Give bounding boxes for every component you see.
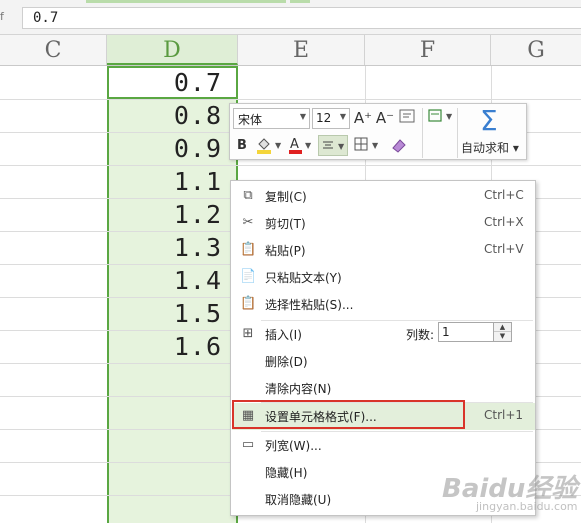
menu-item-label: 粘贴(P) bbox=[265, 244, 306, 258]
paste-special-icon: 📋 bbox=[240, 296, 257, 311]
highlight-annotation-box bbox=[232, 400, 465, 429]
chevron-down-icon[interactable]: ▼ bbox=[494, 332, 511, 341]
toolbar-separator bbox=[422, 108, 423, 158]
cell-d4[interactable]: 1.1 bbox=[110, 165, 222, 198]
toolbar-separator bbox=[457, 108, 458, 158]
menu-item-paste[interactable]: 📋 粘贴(P) Ctrl+V bbox=[232, 237, 535, 263]
columns-count-stepper[interactable]: ▲ ▼ bbox=[494, 322, 512, 342]
paste-text-icon: 📄 bbox=[240, 269, 257, 284]
column-header-g[interactable]: G bbox=[491, 35, 581, 65]
autosum-button[interactable]: 自动求和 ▾ bbox=[461, 139, 519, 156]
font-color-swatch bbox=[289, 150, 302, 154]
cell-d7[interactable]: 1.4 bbox=[110, 264, 222, 297]
menu-item-paste-text[interactable]: 📄 只粘贴文本(Y) bbox=[232, 264, 535, 290]
cell-d6[interactable]: 1.3 bbox=[110, 231, 222, 264]
format-icon: ▼ bbox=[428, 109, 453, 122]
menu-item-shortcut: Ctrl+X bbox=[484, 215, 524, 229]
font-size-select[interactable]: 12 ▼ bbox=[312, 108, 350, 129]
autosum-icon[interactable]: Σ bbox=[480, 106, 498, 136]
cell-d5[interactable]: 1.2 bbox=[110, 198, 222, 231]
cell-d3[interactable]: 0.9 bbox=[110, 132, 222, 165]
menu-item-label: 隐藏(H) bbox=[265, 466, 308, 480]
format-painter-button[interactable] bbox=[388, 135, 410, 156]
menu-item-label: 插入(I) bbox=[265, 328, 302, 342]
menu-item-clear-contents[interactable]: 清除内容(N) bbox=[232, 375, 535, 401]
chevron-down-icon: ▼ bbox=[339, 112, 346, 121]
menu-item-label: 删除(D) bbox=[265, 355, 308, 369]
menu-item-label: 只粘贴文本(Y) bbox=[265, 271, 342, 285]
column-header-f[interactable]: F bbox=[365, 35, 491, 65]
menu-item-shortcut: Ctrl+V bbox=[484, 242, 524, 256]
svg-text:▼: ▼ bbox=[338, 142, 345, 151]
paste-icon: 📋 bbox=[240, 242, 257, 257]
menu-item-shortcut: Ctrl+1 bbox=[484, 408, 524, 422]
wrap-text-icon bbox=[399, 109, 415, 123]
column-headers: C D E F G bbox=[0, 35, 581, 66]
column-header-e[interactable]: E bbox=[238, 35, 365, 65]
chevron-down-icon: ▼ bbox=[305, 141, 312, 150]
fill-color-button[interactable]: ▼ bbox=[254, 135, 284, 156]
menu-item-label: 选择性粘贴(S)... bbox=[265, 298, 354, 312]
scissors-icon: ✂ bbox=[242, 215, 254, 230]
menu-item-label: 复制(C) bbox=[265, 190, 307, 204]
menu-item-copy[interactable]: ⧉ 复制(C) Ctrl+C bbox=[232, 183, 535, 209]
menu-item-column-width[interactable]: ▭ 列宽(W)... bbox=[232, 432, 535, 458]
wrap-text-button[interactable] bbox=[398, 108, 416, 129]
paint-bucket-icon: ▼ bbox=[257, 138, 282, 154]
gridline bbox=[0, 99, 581, 100]
menu-item-delete[interactable]: 删除(D) bbox=[232, 348, 535, 374]
column-header-c[interactable]: C bbox=[0, 35, 107, 65]
insert-icon: ⊞ bbox=[242, 326, 254, 341]
menu-item-paste-special[interactable]: 📋 选择性粘贴(S)... bbox=[232, 291, 535, 317]
formula-input[interactable]: 0.7 bbox=[22, 7, 581, 29]
gridline bbox=[0, 165, 581, 166]
borders-button[interactable]: ▼ bbox=[352, 135, 382, 156]
align-center-icon: ▼ bbox=[323, 141, 345, 151]
font-size-value: 12 bbox=[316, 111, 332, 125]
shrink-font-button[interactable]: A⁻ bbox=[375, 108, 395, 129]
menu-item-cut[interactable]: ✂ 剪切(T) Ctrl+X bbox=[232, 210, 535, 236]
context-menu: ⧉ 复制(C) Ctrl+C ✂ 剪切(T) Ctrl+X 📋 粘贴(P) Ct… bbox=[230, 180, 536, 516]
borders-icon: ▼ bbox=[354, 137, 379, 151]
font-color-button[interactable]: A ▼ bbox=[288, 135, 316, 156]
eraser-icon bbox=[392, 139, 406, 153]
cell-d9[interactable]: 1.6 bbox=[110, 330, 222, 363]
fx-icon: f bbox=[0, 10, 4, 23]
column-header-d[interactable]: D bbox=[107, 35, 238, 65]
bold-button[interactable]: B bbox=[235, 135, 249, 156]
grow-font-button[interactable]: A⁺ bbox=[353, 108, 373, 129]
menu-item-label: 清除内容(N) bbox=[265, 382, 332, 396]
align-button[interactable]: ▼ bbox=[318, 135, 348, 156]
cell-d8[interactable]: 1.5 bbox=[110, 297, 222, 330]
menu-item-label: 剪切(T) bbox=[265, 217, 306, 231]
chevron-up-icon[interactable]: ▲ bbox=[494, 323, 511, 332]
ribbon-accent-2 bbox=[290, 0, 310, 3]
copy-icon: ⧉ bbox=[243, 188, 253, 203]
watermark-url: jingyan.baidu.com bbox=[476, 500, 578, 513]
menu-item-label: 列宽(W)... bbox=[265, 439, 322, 453]
formula-bar: f 0.7 bbox=[0, 0, 581, 35]
cell-d2[interactable]: 0.8 bbox=[110, 99, 222, 132]
font-name-value: 宋体 bbox=[238, 113, 263, 127]
columns-count-label: 列数: bbox=[406, 328, 435, 342]
cell-d1[interactable]: 0.7 bbox=[110, 66, 222, 99]
columns-count-input[interactable]: 1 bbox=[438, 322, 494, 342]
column-width-icon: ▭ bbox=[241, 437, 255, 452]
svg-text:▼: ▼ bbox=[275, 141, 282, 150]
autosum-label: 自动求和 bbox=[461, 141, 510, 155]
ribbon-accent bbox=[86, 0, 286, 3]
mini-toolbar: 宋体 ▼ 12 ▼ A⁺ A⁻ ▼ Σ 自动求和 ▾ B ▼ A ▼ ▼ ▼ bbox=[229, 103, 527, 160]
font-name-select[interactable]: 宋体 ▼ bbox=[233, 108, 310, 129]
chevron-down-icon: ▼ bbox=[299, 112, 306, 121]
svg-text:▼: ▼ bbox=[372, 141, 379, 150]
menu-item-shortcut: Ctrl+C bbox=[484, 188, 524, 202]
svg-text:▼: ▼ bbox=[446, 112, 453, 121]
border-style-button[interactable]: ▼ bbox=[427, 108, 455, 129]
menu-item-label: 取消隐藏(U) bbox=[265, 493, 332, 507]
